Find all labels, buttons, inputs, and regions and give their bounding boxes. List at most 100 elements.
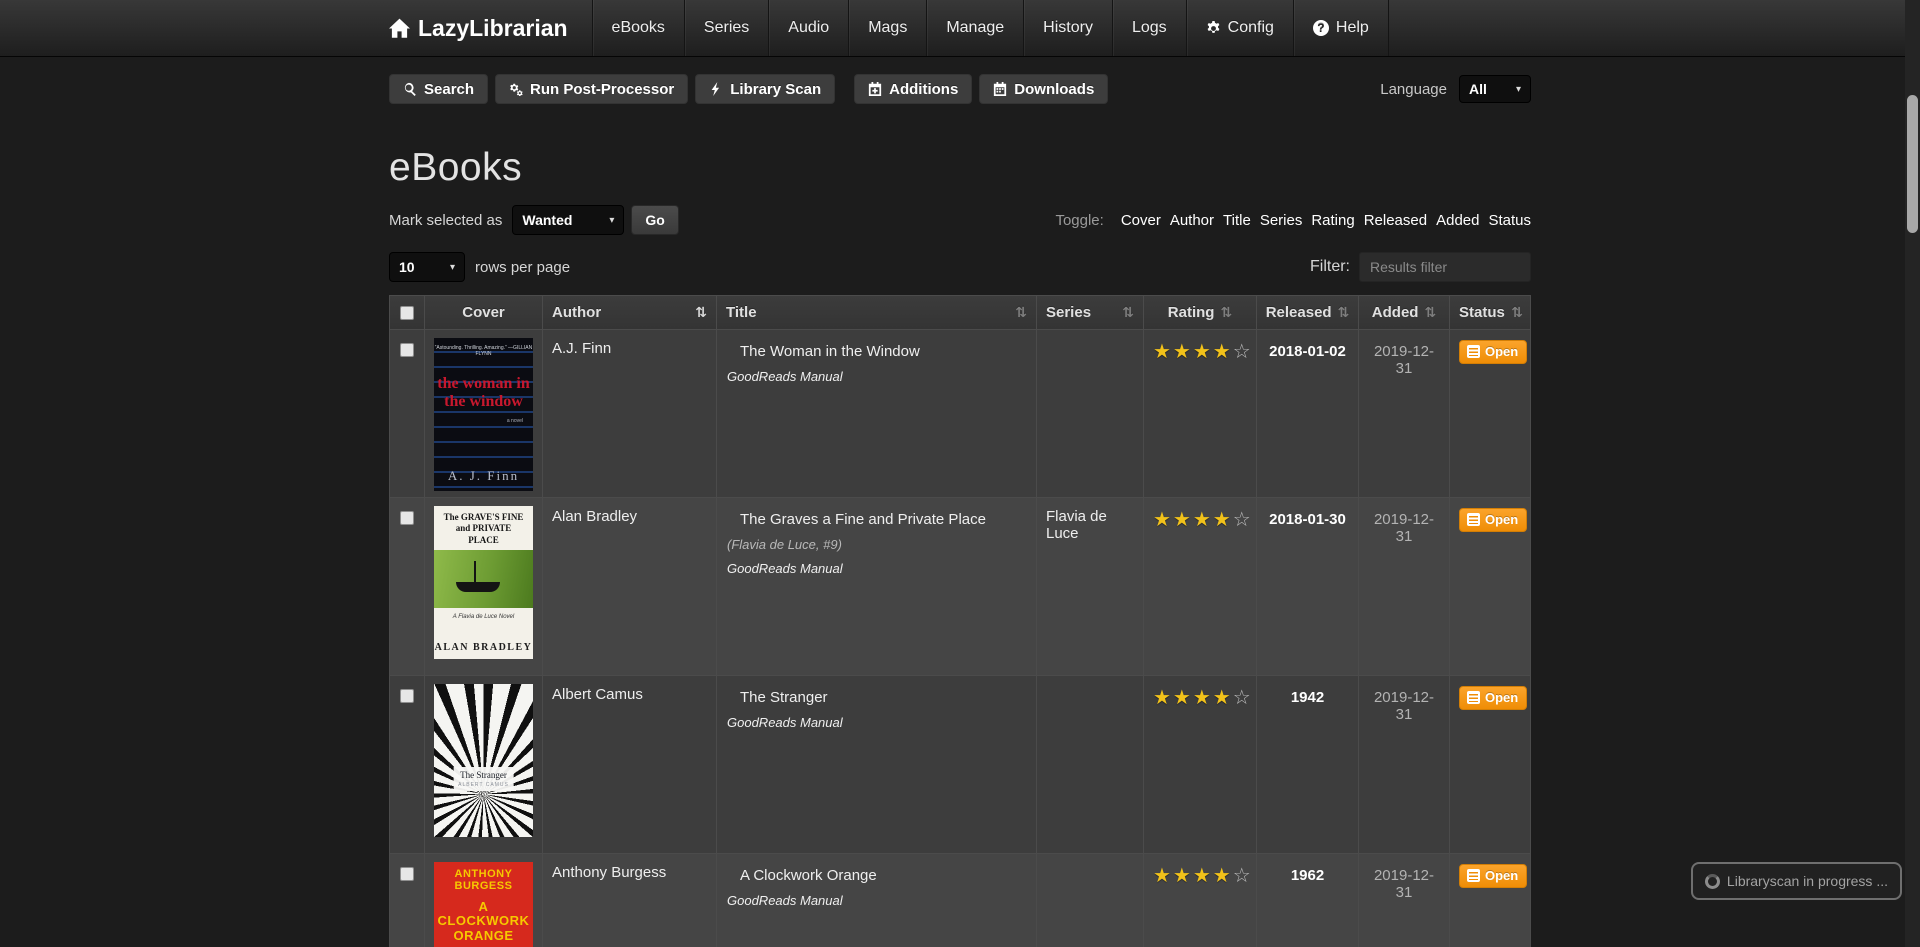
author-name[interactable]: Anthony Burgess — [552, 864, 666, 881]
cover-cell: The GRAVE'S FINE and PRIVATE PLACE A Fla… — [424, 498, 542, 675]
rows-per-page-select[interactable]: 10 ▾ — [389, 252, 465, 282]
series-link[interactable]: Flavia de Luce — [1046, 508, 1107, 542]
action-toolbar: Search Run Post-Processor Library Scan A… — [389, 74, 1531, 104]
row-checkbox[interactable] — [400, 343, 414, 357]
title-cell: A Clockwork Orange GoodReads Manual — [716, 854, 1036, 947]
nav-item-series[interactable]: Series — [684, 0, 768, 56]
mark-selected-select[interactable]: Wanted ▾ — [512, 205, 624, 235]
nav-item-audio[interactable]: Audio — [768, 0, 848, 56]
search-icon — [403, 82, 417, 96]
column-header-released[interactable]: Released⇅ — [1256, 296, 1358, 329]
open-button[interactable]: Open — [1459, 340, 1527, 364]
author-cell: Anthony Burgess — [542, 854, 716, 947]
author-cell: Alan Bradley — [542, 498, 716, 675]
book-title-link[interactable]: The Stranger — [740, 689, 828, 706]
toggle-series-link[interactable]: Series — [1260, 212, 1303, 229]
source-note: GoodReads Manual — [727, 715, 1027, 730]
book-title-link[interactable]: A Clockwork Orange — [740, 867, 877, 884]
author-name[interactable]: A.J. Finn — [552, 340, 611, 357]
scrollbar-thumb[interactable] — [1907, 95, 1918, 233]
downloads-button[interactable]: Downloads — [979, 74, 1108, 104]
mark-toggle-row: Mark selected as Wanted ▾ Go Toggle: Cov… — [389, 205, 1531, 235]
star-rating[interactable]: ★★★★☆ — [1153, 865, 1253, 887]
table-row: The Stranger ALBERT CAMUS Albert Camus T… — [390, 676, 1530, 854]
additions-button[interactable]: Additions — [854, 74, 972, 104]
nav-item-ebooks[interactable]: eBooks — [592, 0, 684, 56]
open-button[interactable]: Open — [1459, 686, 1527, 710]
added-cell: 2019-12-31 — [1358, 854, 1449, 947]
gear-icon — [1206, 21, 1221, 36]
book-icon — [1467, 345, 1480, 358]
column-header-rating[interactable]: Rating⇅ — [1143, 296, 1256, 329]
row-checkbox-cell — [390, 854, 424, 947]
sort-icon: ⇅ — [1338, 304, 1350, 321]
row-checkbox[interactable] — [400, 867, 414, 881]
column-header-status[interactable]: Status⇅ — [1449, 296, 1532, 329]
source-note: GoodReads Manual — [727, 369, 1027, 384]
author-name[interactable]: Albert Camus — [552, 686, 643, 703]
column-header-author[interactable]: Author⇅ — [542, 296, 716, 329]
star-rating[interactable]: ★★★★☆ — [1153, 341, 1253, 363]
open-button[interactable]: Open — [1459, 864, 1527, 888]
column-header-added[interactable]: Added⇅ — [1358, 296, 1449, 329]
series-cell: Flavia de Luce — [1036, 498, 1143, 675]
series-cell — [1036, 330, 1143, 497]
nav-item-logs[interactable]: Logs — [1112, 0, 1186, 56]
added-cell: 2019-12-31 — [1358, 498, 1449, 675]
toggle-released-link[interactable]: Released — [1364, 212, 1427, 229]
libraryscan-toast: Libraryscan in progress ... — [1691, 862, 1902, 900]
book-icon — [1467, 869, 1480, 882]
toggle-title-link[interactable]: Title — [1223, 212, 1251, 229]
book-title-link[interactable]: The Graves a Fine and Private Place — [740, 511, 986, 528]
toggle-label: Toggle: — [1055, 212, 1103, 229]
status-cell: Open — [1449, 330, 1532, 497]
book-icon — [1467, 513, 1480, 526]
star-rating[interactable]: ★★★★☆ — [1153, 687, 1253, 709]
caret-down-icon: ▾ — [450, 262, 455, 273]
language-select[interactable]: All ▾ — [1459, 75, 1531, 103]
title-cell: The Woman in the Window GoodReads Manual — [716, 330, 1036, 497]
open-button[interactable]: Open — [1459, 508, 1527, 532]
row-checkbox-cell — [390, 676, 424, 853]
released-cell: 2018-01-30 — [1256, 498, 1358, 675]
nav-item-mags[interactable]: Mags — [848, 0, 926, 56]
nav-item-config[interactable]: Config — [1186, 0, 1293, 56]
book-cover-clockwork-orange[interactable]: ANTHONY BURGESS A CLOCKWORK ORANGE — [434, 862, 533, 947]
toggle-rating-link[interactable]: Rating — [1311, 212, 1354, 229]
book-cover-woman-in-the-window[interactable]: “Astounding. Thrilling. Amazing.” —GILLI… — [434, 338, 533, 491]
go-button[interactable]: Go — [631, 205, 678, 235]
bolt-icon — [709, 82, 723, 96]
column-header-series[interactable]: Series⇅ — [1036, 296, 1143, 329]
search-button[interactable]: Search — [389, 74, 488, 104]
row-checkbox[interactable] — [400, 511, 414, 525]
rating-cell: ★★★★☆ — [1143, 676, 1256, 853]
column-header-cover[interactable]: Cover — [424, 296, 542, 329]
author-name[interactable]: Alan Bradley — [552, 508, 637, 525]
library-scan-button[interactable]: Library Scan — [695, 74, 835, 104]
row-checkbox[interactable] — [400, 689, 414, 703]
book-cover-the-stranger[interactable]: The Stranger ALBERT CAMUS — [434, 684, 533, 837]
star-empty-icon: ☆ — [1233, 509, 1253, 531]
source-note: GoodReads Manual — [727, 893, 1027, 908]
book-cover-graves-fine-private-place[interactable]: The GRAVE'S FINE and PRIVATE PLACE A Fla… — [434, 506, 533, 659]
nav-item-history[interactable]: History — [1023, 0, 1112, 56]
toggle-added-link[interactable]: Added — [1436, 212, 1479, 229]
nav-item-help[interactable]: ? Help — [1293, 0, 1389, 56]
filter-input[interactable] — [1359, 252, 1531, 282]
source-note: GoodReads Manual — [727, 561, 1027, 576]
table-header-row: Cover Author⇅ Title⇅ Series⇅ Rating⇅ Rel… — [390, 296, 1530, 330]
toggle-author-link[interactable]: Author — [1170, 212, 1214, 229]
cover-cell: “Astounding. Thrilling. Amazing.” —GILLI… — [424, 330, 542, 497]
brand-link[interactable]: LazyLibrarian — [389, 0, 592, 56]
app-root: LazyLibrarian eBooks Series Audio Mags M… — [0, 0, 1920, 947]
released-cell: 1962 — [1256, 854, 1358, 947]
sort-icon: ⇅ — [1122, 304, 1134, 321]
toggle-cover-link[interactable]: Cover — [1121, 212, 1161, 229]
select-all-checkbox[interactable] — [400, 306, 414, 320]
star-rating[interactable]: ★★★★☆ — [1153, 509, 1253, 531]
toggle-status-link[interactable]: Status — [1488, 212, 1531, 229]
book-title-link[interactable]: The Woman in the Window — [740, 343, 920, 360]
run-post-processor-button[interactable]: Run Post-Processor — [495, 74, 688, 104]
column-header-title[interactable]: Title⇅ — [716, 296, 1036, 329]
nav-item-manage[interactable]: Manage — [926, 0, 1023, 56]
